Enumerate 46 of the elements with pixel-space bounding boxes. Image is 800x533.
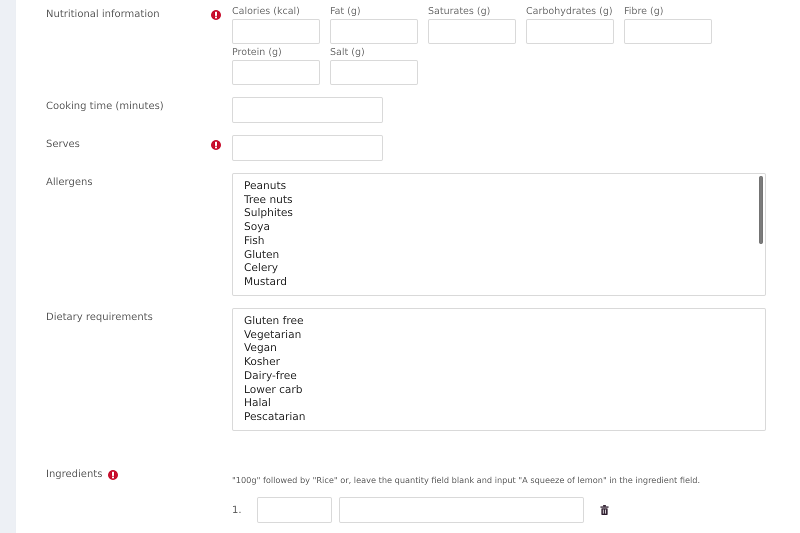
input-field[interactable] [330,60,418,85]
trash-icon[interactable] [600,505,609,515]
list-option[interactable]: Lower carb [244,384,302,398]
list-option[interactable]: Vegetarian [244,328,302,342]
list-option[interactable]: Sulphites [244,207,293,222]
list-option[interactable]: Halal [244,397,271,411]
field-label: Dietary requirements [46,312,153,323]
input-field[interactable] [232,97,383,123]
list-option[interactable]: Pescatarian [244,410,306,425]
input-label: Carbohydrates (g) [526,5,614,18]
input-label: Saturates (g) [428,5,492,18]
hint-text: "100g" followed by "Rice" or, leave the quantity field blank and input "A squeeze of lemon" in the ingredient field. [232,475,702,485]
input-field[interactable] [232,60,320,85]
list-option[interactable]: Tree nuts [244,194,293,208]
field-label: Ingredients [46,469,102,480]
field-label: Allergens [46,177,93,188]
input-field[interactable] [526,19,614,44]
scrollbar-thumb[interactable] [759,176,763,244]
field-label: Serves [46,139,80,150]
list-option[interactable]: Soya [244,221,270,235]
list-option[interactable]: Dairy-free [244,370,297,384]
list-box[interactable]: Gluten free Vegetarian Vegan Kosher Dairy-free Lower carb Halal Pescatarian [232,308,766,431]
list-option[interactable]: Peanuts [244,180,286,194]
list-option[interactable]: Gluten [244,248,280,262]
input-field[interactable] [624,19,712,44]
input-field[interactable] [428,19,516,44]
list-option[interactable]: Kosher [244,356,280,370]
list-option[interactable]: Celery [244,262,278,276]
field-label: Cooking time (minutes) [46,101,164,112]
input-label: Salt (g) [330,46,366,59]
input-field[interactable] [232,135,383,161]
ingredient-field[interactable] [339,497,584,523]
list-option[interactable]: Gluten free [244,315,304,329]
list-option[interactable]: Fish [244,234,264,249]
row-number: 1. [232,504,243,516]
field-label: Nutritional information [46,9,160,20]
input-label: Fibre (g) [624,5,664,18]
input-field[interactable] [330,19,418,44]
input-label: Fat (g) [330,5,362,18]
list-option[interactable]: Mustard [244,276,287,290]
quantity-field[interactable] [257,497,332,523]
input-field[interactable] [232,19,320,44]
list-box[interactable]: Peanuts Tree nuts Sulphites Soya Fish Gluten Celery Mustard [232,173,766,296]
list-option[interactable]: Vegan [244,342,277,356]
input-label: Calories (kcal) [232,5,301,18]
input-label: Protein (g) [232,46,283,59]
